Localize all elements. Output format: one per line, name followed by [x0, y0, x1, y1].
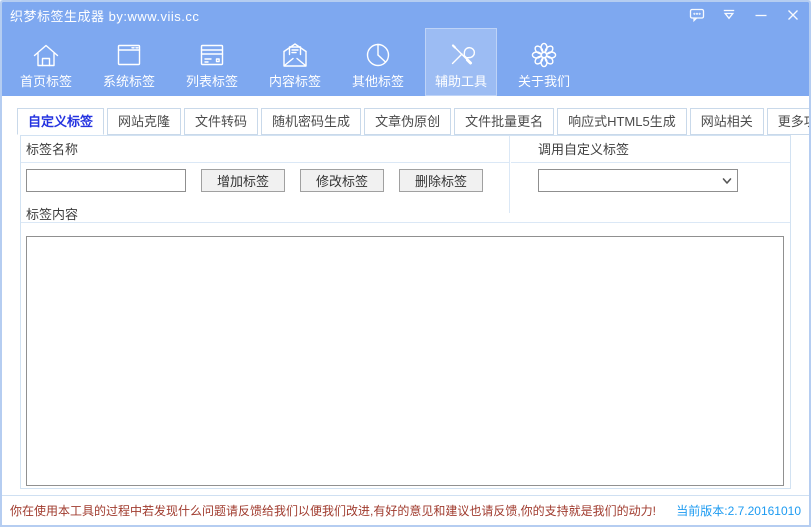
toolbar-item-content-tags[interactable]: 内容标签	[259, 28, 331, 96]
envelope-letter-icon	[279, 39, 311, 71]
title-bar: 织梦标签生成器 by:www.viis.cc	[2, 2, 809, 28]
toolbar-item-other-tags[interactable]: 其他标签	[342, 28, 414, 96]
toolbar-item-label: 系统标签	[103, 73, 155, 90]
custom-tag-select[interactable]	[538, 169, 738, 192]
add-tag-button[interactable]: 增加标签	[201, 169, 285, 192]
toolbar-item-label: 其他标签	[352, 73, 404, 90]
toolbar-item-label: 辅助工具	[435, 73, 487, 90]
tab-random-password[interactable]: 随机密码生成	[261, 108, 361, 135]
pie-chart-icon	[362, 39, 394, 71]
chevron-down-icon	[717, 175, 737, 187]
tab-file-transcode[interactable]: 文件转码	[184, 108, 258, 135]
toolbar-item-aux-tools[interactable]: 辅助工具	[425, 28, 497, 96]
version-label: 当前版本:2.7.20161010	[676, 502, 801, 519]
toolbar-item-system-tags[interactable]: 系统标签	[93, 28, 165, 96]
window-title: 织梦标签生成器 by:www.viis.cc	[10, 6, 199, 25]
toolbar-item-label: 首页标签	[20, 73, 72, 90]
tag-content-textarea[interactable]	[26, 236, 784, 486]
minimize-icon[interactable]	[752, 7, 769, 24]
toolbar-item-home-tags[interactable]: 首页标签	[10, 28, 82, 96]
tab-more-features[interactable]: 更多功能开发中	[767, 108, 811, 135]
tab-batch-rename[interactable]: 文件批量更名	[454, 108, 554, 135]
tab-site-clone[interactable]: 网站克隆	[107, 108, 181, 135]
main-toolbar: 首页标签 系统标签 列表标签	[2, 28, 809, 96]
close-icon[interactable]	[784, 7, 801, 24]
content-area: 自定义标签 网站克隆 文件转码 随机密码生成 文章伪原创 文件批量更名 响应式H…	[2, 96, 809, 495]
tag-name-input[interactable]	[26, 169, 186, 192]
toolbar-item-label: 列表标签	[186, 73, 238, 90]
toolbar-item-list-tags[interactable]: 列表标签	[176, 28, 248, 96]
toolbar-item-label: 关于我们	[518, 73, 570, 90]
delete-tag-button[interactable]: 删除标签	[399, 169, 483, 192]
app-window: 织梦标签生成器 by:www.viis.cc	[0, 0, 811, 527]
tag-content-label: 标签内容	[21, 206, 790, 223]
status-bar: 你在使用本工具的过程中若发现什么问题请反馈给我们以便我们改进,有好的意见和建议也…	[2, 495, 809, 525]
tab-site-related[interactable]: 网站相关	[690, 108, 764, 135]
tab-bar: 自定义标签 网站克隆 文件转码 随机密码生成 文章伪原创 文件批量更名 响应式H…	[2, 96, 809, 135]
modify-tag-button[interactable]: 修改标签	[300, 169, 384, 192]
feedback-icon[interactable]	[688, 7, 705, 24]
home-icon	[30, 39, 62, 71]
browser-window-icon	[113, 39, 145, 71]
tag-name-label: 标签名称	[21, 136, 509, 163]
skin-dropdown-icon[interactable]	[720, 7, 737, 24]
toolbar-item-label: 内容标签	[269, 73, 321, 90]
tab-custom-tags[interactable]: 自定义标签	[17, 108, 104, 135]
call-custom-label: 调用自定义标签	[511, 136, 790, 163]
custom-tags-panel: 标签名称 调用自定义标签 增加标签 修改标签 删除标签 标签内容	[20, 135, 791, 489]
status-message: 你在使用本工具的过程中若发现什么问题请反馈给我们以便我们改进,有好的意见和建议也…	[10, 502, 656, 519]
tab-responsive-html5[interactable]: 响应式HTML5生成	[557, 108, 687, 135]
flower-icon	[528, 39, 560, 71]
toolbar-item-about-us[interactable]: 关于我们	[508, 28, 580, 96]
window-controls	[688, 7, 801, 24]
list-card-icon	[196, 39, 228, 71]
tools-icon	[445, 39, 477, 71]
tab-article-rewrite[interactable]: 文章伪原创	[364, 108, 451, 135]
